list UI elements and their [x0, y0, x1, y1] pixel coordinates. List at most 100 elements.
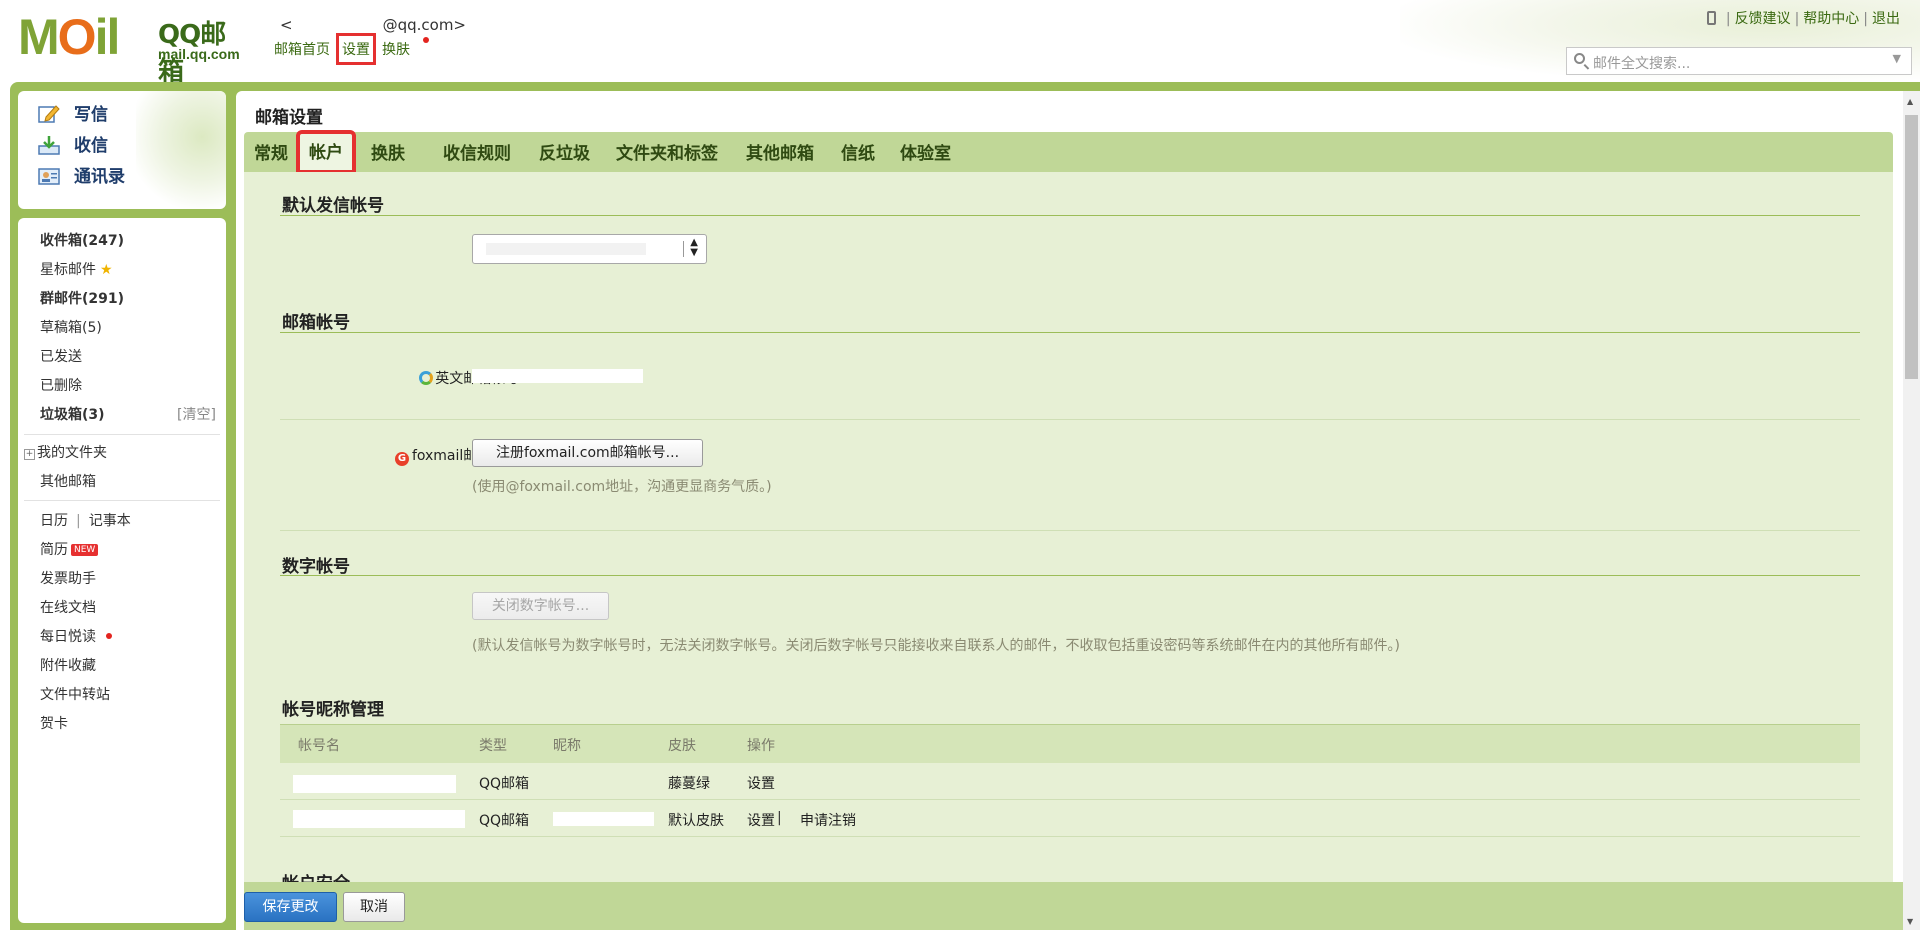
section-divider [280, 575, 1860, 576]
nav-mail-home[interactable]: 邮箱首页 [274, 39, 330, 59]
top-header: MOil QQ邮箱 mail.qq.com < @qq.com> 邮箱首页 设置 换肤… [0, 0, 1920, 87]
tab-receive-rules[interactable]: 收信规则 [443, 132, 511, 172]
new-badge: NEW [71, 544, 99, 556]
scroll-down-arrow-icon[interactable]: ▼ [1907, 917, 1913, 926]
logout-link[interactable]: 退出 [1872, 11, 1900, 27]
select-divider [683, 241, 684, 257]
english-account-value [472, 369, 643, 383]
tab-anti-spam[interactable]: 反垃圾 [539, 132, 590, 172]
notification-dot [106, 633, 112, 639]
apply-cancel-account-link[interactable]: 申请注销 [800, 810, 856, 830]
folder-deleted[interactable]: 已删除 [40, 375, 82, 395]
section-default-sender: 默认发信帐号 [282, 196, 384, 216]
tab-general[interactable]: 常规 [254, 132, 288, 172]
scroll-up-arrow-icon[interactable]: ▲ [1907, 97, 1913, 106]
greeting-cards-link[interactable]: 贺卡 [40, 713, 68, 733]
leaf-decoration [136, 91, 226, 209]
row-settings-link[interactable]: 设置 [747, 810, 775, 830]
table-header: 帐号名 类型 昵称 皮肤 操作 [280, 724, 1860, 763]
default-sender-select[interactable]: ▲ ▼ [472, 234, 707, 264]
compose-icon [38, 105, 60, 123]
row-divider [280, 530, 1860, 531]
divider [24, 434, 220, 435]
page-scrollbar[interactable]: ▲ ▼ [1903, 91, 1920, 930]
invoice-assistant-link[interactable]: 发票助手 [40, 568, 96, 588]
type-cell: QQ邮箱 [479, 813, 530, 829]
star-icon: ★ [100, 262, 113, 278]
section-digital-account: 数字帐号 [282, 557, 350, 577]
tab-stationery[interactable]: 信纸 [841, 132, 875, 172]
user-email-prefix: < [280, 16, 293, 34]
save-changes-button[interactable]: 保存更改 [244, 892, 337, 922]
folder-inbox[interactable]: 收件箱(247) [40, 230, 124, 250]
my-folders-toggle[interactable]: + 我的文件夹 [24, 442, 107, 462]
clear-trash-link[interactable]: [清空] [177, 404, 216, 424]
logo-domain: mail.qq.com [158, 46, 240, 62]
row-divider [280, 419, 1860, 420]
receive-button[interactable]: 收信 [38, 131, 108, 161]
tab-labs[interactable]: 体验室 [900, 132, 951, 172]
search-input[interactable]: 邮件全文搜索... ▼ [1566, 47, 1912, 75]
contacts-label: 通讯录 [74, 167, 125, 187]
folder-starred-label: 星标邮件 [40, 262, 96, 278]
tab-skin[interactable]: 换肤 [371, 132, 405, 172]
col-skin: 皮肤 [668, 738, 696, 754]
nickname-cell [553, 812, 654, 826]
compose-label: 写信 [74, 105, 108, 125]
tab-account[interactable]: 帐户 [296, 130, 356, 174]
qq-mail-logo[interactable]: MOil QQ邮箱 mail.qq.com [18, 9, 248, 87]
foxmail-hint: (使用@foxmail.com地址，沟通更显商务气质。) [472, 479, 772, 495]
notebook-link[interactable]: 记事本 [89, 513, 131, 529]
calendar-notebook-row: 日历 | 记事本 [40, 510, 131, 530]
chevron-down-icon[interactable]: ▼ [1893, 52, 1901, 65]
tab-folders-tags[interactable]: 文件夹和标签 [616, 132, 718, 172]
folder-group-mail[interactable]: 群邮件(291) [40, 288, 124, 308]
register-foxmail-button[interactable]: 注册foxmail.com邮箱帐号... [472, 439, 703, 467]
folder-starred[interactable]: 星标邮件 ★ [40, 259, 113, 279]
daily-read-link[interactable]: 每日悦读 [40, 626, 112, 646]
separator: | [1863, 11, 1868, 27]
folder-sidebar: 收件箱(247) 星标邮件 ★ 群邮件(291) 草稿箱(5) 已发送 已删除 垃… [18, 218, 226, 923]
account-name-cell [293, 810, 465, 828]
scrollbar-thumb[interactable] [1905, 115, 1918, 379]
page-title: 邮箱设置 [255, 108, 323, 128]
attachments-link[interactable]: 附件收藏 [40, 655, 96, 675]
feedback-link[interactable]: 反馈建议 [1735, 11, 1791, 27]
compose-button[interactable]: 写信 [38, 100, 108, 130]
english-account-icon [419, 371, 434, 385]
help-center-link[interactable]: 帮助中心 [1803, 11, 1859, 27]
mobile-phone-icon[interactable] [1706, 11, 1716, 25]
section-mail-accounts: 邮箱帐号 [282, 313, 350, 333]
section-divider [280, 215, 1860, 216]
nav-skin[interactable]: 换肤 [382, 37, 429, 59]
folder-sent[interactable]: 已发送 [40, 346, 82, 366]
type-cell: QQ邮箱 [479, 776, 530, 792]
table-row: QQ邮箱 藤蔓绿 设置 [280, 763, 1860, 800]
notification-dot [423, 37, 429, 43]
cancel-button[interactable]: 取消 [343, 892, 405, 922]
nav-settings[interactable]: 设置 [336, 33, 376, 65]
contacts-card-icon [38, 168, 60, 185]
resume-label: 简历 [40, 542, 68, 558]
calendar-link[interactable]: 日历 [40, 513, 68, 529]
other-mailboxes-link[interactable]: 其他邮箱 [40, 471, 96, 491]
folder-drafts[interactable]: 草稿箱(5) [40, 317, 102, 337]
online-docs-link[interactable]: 在线文档 [40, 597, 96, 617]
section-nickname-management: 帐号昵称管理 [282, 700, 384, 720]
tab-other-mailboxes[interactable]: 其他邮箱 [746, 132, 814, 172]
account-name-cell [293, 775, 456, 793]
resume-link[interactable]: 简历 NEW [40, 539, 99, 559]
folder-trash[interactable]: 垃圾箱(3) [40, 404, 105, 424]
section-divider [280, 332, 1860, 333]
separator: | [76, 513, 81, 529]
close-digital-account-button[interactable]: 关闭数字帐号... [472, 592, 609, 620]
row-settings-link[interactable]: 设置 [747, 773, 775, 793]
receive-label: 收信 [74, 136, 108, 156]
table-row: QQ邮箱 默认皮肤 设置 | 申请注销 [280, 800, 1860, 837]
daily-read-label: 每日悦读 [40, 629, 96, 645]
select-arrows-icon: ▲ ▼ [690, 237, 698, 258]
logo-wordmark: MOil [18, 9, 120, 65]
file-transfer-link[interactable]: 文件中转站 [40, 684, 110, 704]
contacts-button[interactable]: 通讯录 [38, 162, 125, 192]
inbox-download-icon [38, 136, 60, 155]
